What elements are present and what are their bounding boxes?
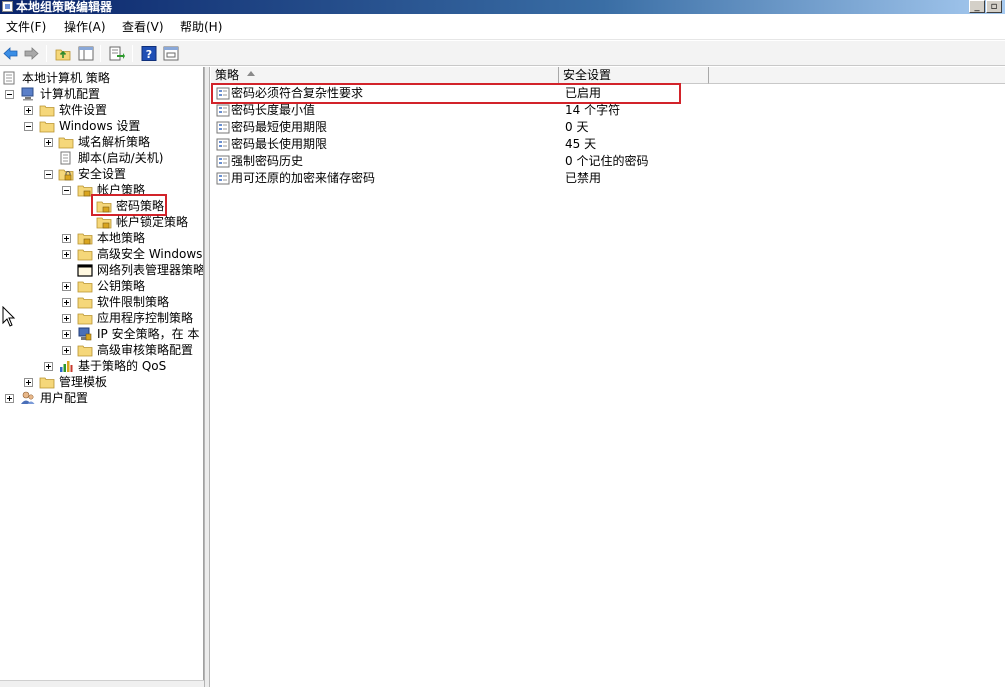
tree-node-public-key-policies[interactable]: 公钥策略 — [0, 278, 203, 294]
network-list-icon — [77, 263, 93, 277]
expand-icon[interactable] — [44, 138, 53, 147]
tree-node-local-policies[interactable]: 本地策略 — [0, 230, 203, 246]
expand-icon[interactable] — [62, 234, 71, 243]
list-item[interactable]: 密码长度最小值 14 个字符 — [211, 102, 1005, 119]
tree-node-local-computer-policy[interactable]: 本地计算机 策略 — [0, 70, 203, 86]
tree-node-network-list-manager[interactable]: 网络列表管理器策略 — [0, 262, 203, 278]
policy-setting-icon — [216, 121, 230, 134]
security-folder-icon — [96, 215, 112, 229]
tree-node-advanced-firewall[interactable]: 高级安全 Windows F — [0, 246, 203, 262]
help-icon[interactable]: ? — [140, 45, 158, 62]
tree-pane: 本地计算机 策略 计算机配置 软件设置 Windows 设置 域名解析策略 脚本… — [0, 67, 204, 687]
column-header-policy[interactable]: 策略 — [211, 67, 559, 84]
tree-node-scripts[interactable]: 脚本(启动/关机) — [0, 150, 203, 166]
tree-node-computer-config[interactable]: 计算机配置 — [0, 86, 203, 102]
list-item[interactable]: 强制密码历史 0 个记住的密码 — [211, 153, 1005, 170]
list-item[interactable]: 密码最短使用期限 0 天 — [211, 119, 1005, 136]
toolbar: ? — [0, 41, 1005, 66]
folder-icon — [39, 119, 55, 133]
user-icon — [20, 391, 36, 405]
row-highlight-box — [211, 83, 681, 104]
minimize-button[interactable]: _ — [969, 0, 985, 13]
sort-ascending-icon — [247, 71, 255, 76]
tree-highlight-box — [91, 194, 167, 216]
expand-icon[interactable] — [24, 378, 33, 387]
properties-icon[interactable] — [162, 45, 180, 62]
expand-icon[interactable] — [24, 106, 33, 115]
expand-icon[interactable] — [62, 330, 71, 339]
policy-setting-icon — [216, 155, 230, 168]
computer-icon — [20, 87, 36, 101]
tree-node-user-config[interactable]: 用户配置 — [0, 390, 203, 406]
qos-chart-icon — [58, 359, 74, 373]
expand-icon[interactable] — [62, 314, 71, 323]
tree-node-ip-security[interactable]: IP 安全策略，在 本 — [0, 326, 203, 342]
collapse-icon[interactable] — [44, 170, 53, 179]
folder-icon — [77, 343, 93, 357]
column-header-security-setting[interactable]: 安全设置 — [559, 67, 709, 84]
tree-node-windows-settings[interactable]: Windows 设置 — [0, 118, 203, 134]
tree-node-advanced-audit[interactable]: 高级审核策略配置 — [0, 342, 203, 358]
menu-file[interactable]: 文件(F) — [4, 20, 48, 34]
svg-text:?: ? — [146, 48, 152, 61]
expand-icon[interactable] — [62, 298, 71, 307]
back-arrow-icon[interactable] — [2, 45, 20, 62]
tree-node-software-restriction[interactable]: 软件限制策略 — [0, 294, 203, 310]
policy-setting-icon — [216, 104, 230, 117]
forward-arrow-icon[interactable] — [22, 45, 40, 62]
folder-icon — [77, 295, 93, 309]
policy-document-icon — [2, 71, 18, 85]
menu-view[interactable]: 查看(V) — [120, 20, 166, 34]
expand-icon[interactable] — [62, 250, 71, 259]
list-item[interactable]: 用可还原的加密来储存密码 已禁用 — [211, 170, 1005, 187]
expand-icon[interactable] — [5, 394, 14, 403]
window-title: 本地组策略编辑器 — [16, 0, 113, 14]
column-header-filler — [709, 67, 1005, 84]
export-list-icon[interactable] — [108, 45, 126, 62]
restore-button[interactable]: ▫ — [986, 0, 1002, 13]
folder-icon — [77, 247, 93, 261]
mouse-cursor-icon — [2, 306, 16, 328]
list-item[interactable]: 密码最长使用期限 45 天 — [211, 136, 1005, 153]
tree-node-account-lockout-policy[interactable]: 帐户锁定策略 — [0, 214, 203, 230]
expand-icon[interactable] — [62, 346, 71, 355]
tree-node-software-settings[interactable]: 软件设置 — [0, 102, 203, 118]
menu-action[interactable]: 操作(A) — [62, 20, 108, 34]
folder-icon — [77, 279, 93, 293]
pane-splitter[interactable] — [204, 67, 210, 687]
collapse-icon[interactable] — [62, 186, 71, 195]
policy-list-pane: 策略 安全设置 密码必须符合复杂性要求 已启用 密码长度最小值 14 个字符 密… — [211, 67, 1005, 687]
tree-horizontal-scrollbar[interactable] — [0, 680, 204, 687]
script-icon — [58, 151, 74, 165]
security-folder-icon — [58, 167, 74, 181]
show-hide-tree-icon[interactable] — [77, 45, 95, 62]
folder-icon — [39, 375, 55, 389]
tree-node-security-settings[interactable]: 安全设置 — [0, 166, 203, 182]
menu-help[interactable]: 帮助(H) — [178, 20, 224, 34]
expand-icon[interactable] — [44, 362, 53, 371]
policy-setting-icon — [216, 138, 230, 151]
title-bar: 本地组策略编辑器 _ ▫ — [0, 0, 1005, 14]
app-icon — [2, 1, 13, 12]
folder-icon — [77, 311, 93, 325]
folder-icon — [39, 103, 55, 117]
security-folder-icon — [77, 231, 93, 245]
collapse-icon[interactable] — [24, 122, 33, 131]
menu-bar: 文件(F) 操作(A) 查看(V) 帮助(H) — [0, 14, 1005, 40]
tree-node-policy-qos[interactable]: 基于策略的 QoS — [0, 358, 203, 374]
collapse-icon[interactable] — [5, 90, 14, 99]
up-folder-icon[interactable] — [54, 45, 72, 62]
tree-node-admin-templates[interactable]: 管理模板 — [0, 374, 203, 390]
policy-setting-icon — [216, 172, 230, 185]
tree-node-application-control[interactable]: 应用程序控制策略 — [0, 310, 203, 326]
expand-icon[interactable] — [62, 282, 71, 291]
tree-node-name-resolution-policy[interactable]: 域名解析策略 — [0, 134, 203, 150]
ip-security-icon — [77, 327, 93, 341]
folder-icon — [58, 135, 74, 149]
